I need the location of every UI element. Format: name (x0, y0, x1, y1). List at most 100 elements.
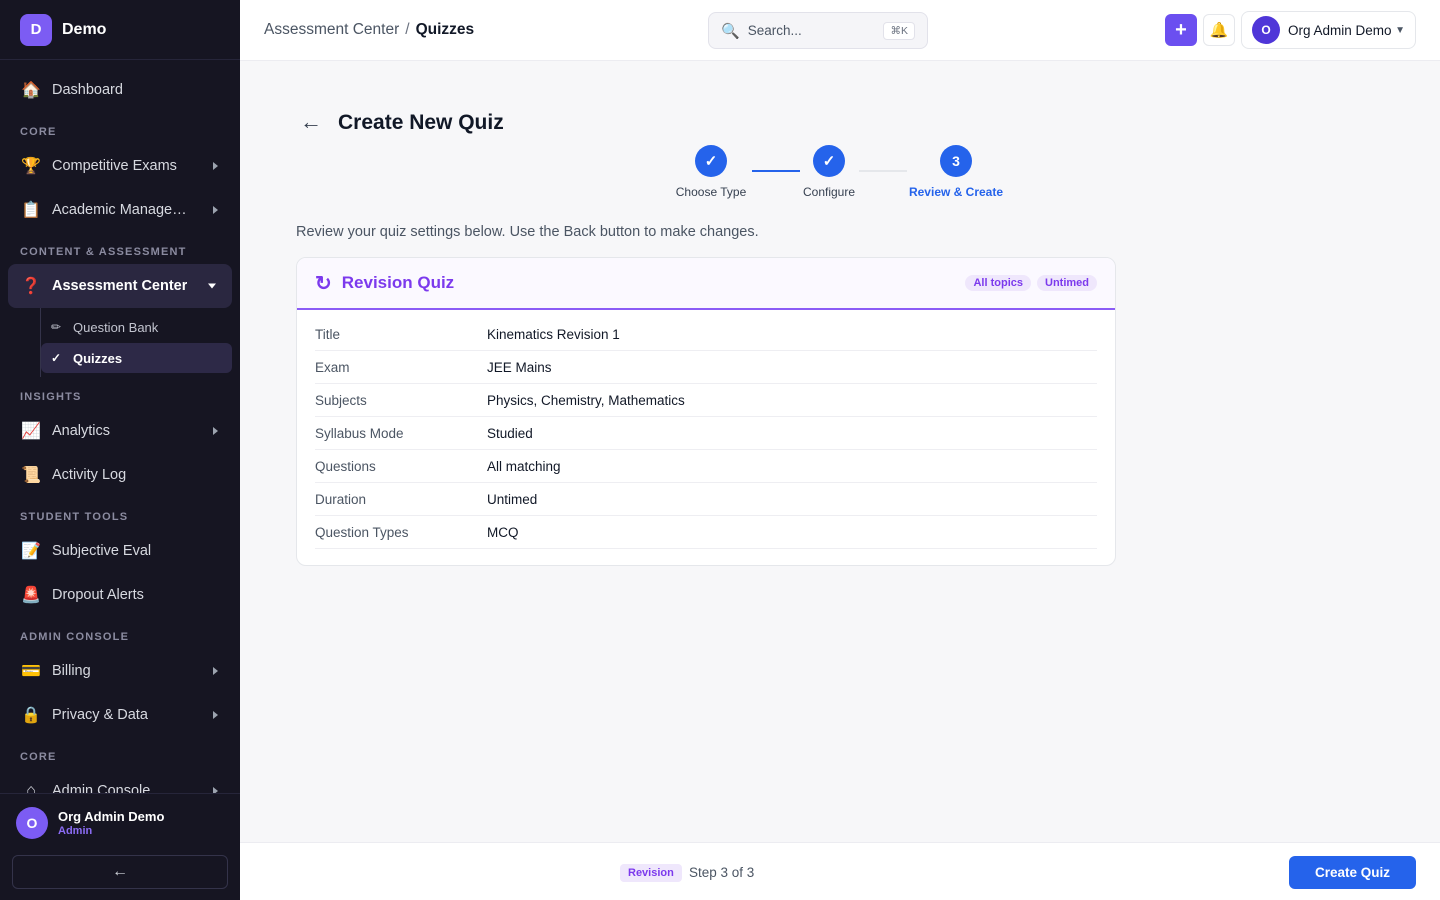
pencil-icon: ✏ (51, 320, 62, 334)
section-insights: INSIGHTS (20, 391, 82, 403)
step-choose-type[interactable]: ✓ Choose Type (656, 145, 766, 199)
section-core-2: CORE (20, 751, 57, 763)
sidebar-item-label: Privacy & Data (52, 707, 148, 723)
chart-icon: 📈 (21, 423, 41, 440)
tag-all-topics: All topics (965, 275, 1031, 291)
assessment-subnav: ✏ Question Bank ✓ Quizzes (40, 308, 240, 377)
check-icon: ✓ (813, 145, 845, 177)
row-value: Studied (487, 425, 533, 441)
step-connector (859, 170, 907, 172)
sidebar-item-assessment-center[interactable]: ❓ Assessment Center (8, 264, 232, 308)
row-key: Exam (315, 359, 350, 375)
sidebar-item-question-bank[interactable]: ✏ Question Bank (41, 312, 232, 342)
review-intro: Review your quiz settings below. Use the… (296, 224, 759, 240)
search-input[interactable]: 🔍 Search... ⌘K (708, 12, 928, 49)
scroll-icon: 📜 (21, 467, 41, 484)
step-review-create[interactable]: 3 Review & Create (901, 145, 1011, 199)
step-configure[interactable]: ✓ Configure (774, 145, 884, 199)
section-core: CORE (20, 126, 57, 138)
step-indicator: Step 3 of 3 (689, 865, 755, 880)
caret-down-icon: ▼ (1395, 24, 1405, 36)
card-tags: All topics Untimed (959, 275, 1097, 291)
sidebar-user-row[interactable]: O Org Admin Demo Admin (0, 794, 240, 852)
brand-name: Demo (62, 20, 107, 38)
breadcrumb-parent[interactable]: Assessment Center (264, 21, 399, 38)
tag-untimed: Untimed (1037, 275, 1097, 291)
profile-name: Org Admin Demo (1288, 22, 1392, 38)
check-icon: ✓ (695, 145, 727, 177)
sidebar-item-label: Analytics (52, 423, 111, 439)
sidebar-item-label: Dropout Alerts (52, 587, 144, 603)
clipboard-icon: 📋 (21, 202, 41, 219)
lock-icon: 🔒 (21, 707, 41, 724)
step-number: 3 (940, 145, 972, 177)
back-button[interactable]: ← (300, 109, 322, 135)
stepper: ✓ Choose Type ✓ Configure 3 Review & Cre… (670, 145, 1010, 201)
sidebar-item-activity-log[interactable]: 📜 Activity Log (0, 453, 240, 497)
table-row: Duration Untimed (315, 483, 1097, 516)
search-icon: 🔍 (721, 22, 740, 40)
add-button[interactable]: + (1165, 14, 1197, 46)
step-label: Configure (802, 185, 856, 199)
sidebar-item-subjective-eval[interactable]: 📝 Subjective Eval (0, 529, 240, 573)
chevron-right-icon (213, 427, 218, 435)
avatar: O (16, 807, 48, 839)
brand-logo: D (20, 13, 52, 46)
sidebar-item-admin-console[interactable]: ⌂ Admin Console (0, 769, 240, 793)
sidebar-item-billing[interactable]: 💳 Billing (0, 649, 240, 693)
chevron-right-icon (213, 667, 218, 675)
chevron-down-icon (208, 283, 216, 289)
sidebar-item-dropout-alerts[interactable]: 🚨 Dropout Alerts (0, 573, 240, 617)
section-admin-console: ADMIN CONSOLE (20, 631, 130, 643)
avatar: O (1252, 16, 1280, 44)
main-content: ← Create New Quiz ✓ Choose Type ✓ Config… (240, 61, 1440, 842)
profile-menu[interactable]: O Org Admin Demo ▼ (1241, 11, 1416, 49)
create-quiz-button[interactable]: Create Quiz (1289, 856, 1416, 889)
refresh-icon: ↻ (315, 272, 332, 295)
card-title: Revision Quiz (341, 273, 455, 292)
table-row: Exam JEE Mains (315, 351, 1097, 384)
brand[interactable]: D Demo (0, 0, 240, 60)
wizard-footer: Revision Step 3 of 3 Create Quiz (240, 842, 1440, 900)
memo-icon: 📝 (21, 543, 41, 560)
sidebar: D Demo 🏠 Dashboard CORE 🏆 Competitive Ex… (0, 0, 240, 900)
sidebar-item-analytics[interactable]: 📈 Analytics (0, 409, 240, 453)
bell-icon: 🔔 (1209, 22, 1229, 39)
row-key: Question Types (315, 524, 409, 540)
step-label: Choose Type (675, 185, 747, 199)
sidebar-item-academic-management[interactable]: 📋 Academic Management (0, 188, 240, 232)
step-label: Review & Create (908, 185, 1004, 199)
search-shortcut: ⌘K (883, 21, 915, 40)
section-content-assessment: CONTENT & ASSESSMENT (20, 246, 187, 258)
breadcrumb-separator: / (405, 21, 410, 38)
user-meta: Org Admin Demo Admin (58, 809, 164, 837)
sidebar-item-label: Subjective Eval (52, 543, 152, 559)
search-placeholder: Search... (747, 23, 802, 38)
row-value: Kinematics Revision 1 (487, 326, 620, 342)
row-key: Questions (315, 458, 376, 474)
quiz-summary-card: ↻ Revision Quiz All topics Untimed Title… (296, 257, 1116, 566)
card-header: ↻ Revision Quiz All topics Untimed (297, 258, 1115, 310)
sidebar-item-label: Dashboard (52, 82, 123, 98)
notifications-button[interactable]: 🔔 (1203, 14, 1235, 46)
row-value: All matching (487, 458, 561, 474)
sidebar-item-label: Activity Log (52, 467, 127, 483)
row-key: Duration (315, 491, 367, 507)
breadcrumb-current: Quizzes (415, 21, 475, 38)
sidebar-item-privacy-data[interactable]: 🔒 Privacy & Data (0, 693, 240, 737)
sidebar-item-label: Question Bank (73, 319, 159, 335)
sidebar-item-label: Competitive Exams (52, 158, 177, 174)
sidebar-item-competitive-exams[interactable]: 🏆 Competitive Exams (0, 144, 240, 188)
page-title: Create New Quiz (338, 111, 504, 134)
collapse-sidebar-button[interactable]: ← (12, 855, 228, 889)
sidebar-item-label: Quizzes (73, 350, 123, 366)
sidebar-item-dashboard[interactable]: 🏠 Dashboard (0, 68, 240, 112)
sidebar-item-quizzes[interactable]: ✓ Quizzes (41, 343, 232, 373)
section-student-tools: STUDENT TOOLS (20, 511, 129, 523)
credit-card-icon: 💳 (21, 663, 41, 680)
sidebar-item-label: Billing (52, 663, 91, 679)
siren-icon: 🚨 (21, 587, 41, 604)
table-row: Subjects Physics, Chemistry, Mathematics (315, 384, 1097, 417)
sidebar-item-label: Assessment Center (52, 278, 188, 294)
row-value: Physics, Chemistry, Mathematics (487, 392, 685, 408)
